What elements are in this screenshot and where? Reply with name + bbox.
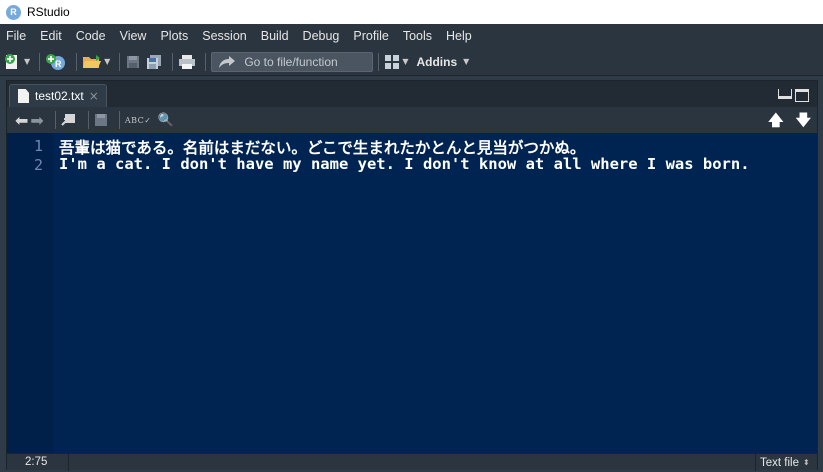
menu-build[interactable]: Build (261, 29, 289, 43)
file-type-label: Text file (760, 456, 799, 469)
new-project-button[interactable]: R (45, 52, 67, 72)
open-file-button[interactable]: ▼ (82, 52, 110, 72)
print-icon (179, 54, 196, 69)
navigation-arrows: 🡅 🡇 (768, 110, 811, 135)
window-title: RStudio (27, 5, 70, 19)
chevron-updown-icon: ⬍ (803, 458, 810, 467)
menu-code[interactable]: Code (76, 29, 106, 43)
editor-toolbar: ⬅ ➡ ABC✓ 🔍 🡅 🡇 (7, 107, 817, 133)
status-bar: 2:75 Text file ⬍ (7, 453, 817, 471)
menu-edit[interactable]: Edit (40, 29, 62, 43)
popout-icon (61, 114, 75, 126)
save-icon (94, 114, 107, 126)
menu-file[interactable]: File (6, 29, 26, 43)
toolbar-divider (172, 52, 174, 71)
addins-button[interactable]: Addins ▼ (412, 52, 469, 72)
print-button[interactable] (178, 52, 196, 72)
go-to-arrow-icon (219, 55, 236, 68)
addins-label: Addins (416, 54, 458, 69)
workspace-panes-button[interactable]: ▼ (384, 52, 408, 72)
menu-bar: File Edit Code View Plots Session Build … (0, 24, 823, 48)
pane-window-controls (778, 89, 809, 102)
arrow-right-icon: ➡ (30, 110, 44, 130)
spellcheck-icon: ABC✓ (124, 115, 152, 125)
save-icon (127, 55, 140, 68)
toolbar-divider (119, 52, 121, 71)
go-to-file-placeholder: Go to file/function (244, 54, 338, 69)
forward-button[interactable]: ➡ (30, 110, 43, 130)
toolbar-divider (118, 111, 120, 129)
toolbar-divider (205, 52, 207, 71)
show-in-window-button[interactable] (61, 110, 77, 130)
toolbar-divider (87, 111, 89, 129)
line-number: 1 (33, 137, 43, 155)
save-all-button[interactable] (145, 52, 163, 72)
new-file-icon (5, 53, 17, 69)
close-icon[interactable]: × (89, 89, 99, 103)
cursor-position: 2:75 (7, 453, 69, 471)
folder-open-icon (83, 54, 102, 68)
menu-help[interactable]: Help (446, 29, 472, 43)
toolbar-divider (54, 111, 56, 129)
magnifier-icon: 🔍 (157, 112, 174, 128)
grid-layout-icon (385, 54, 400, 69)
chevron-down-icon: ▼ (24, 57, 31, 66)
menu-debug[interactable]: Debug (303, 29, 340, 43)
arrow-left-icon: ⬅ (15, 110, 29, 130)
menu-session[interactable]: Session (202, 29, 246, 43)
line-number-gutter: 1 2 (7, 133, 53, 453)
toolbar-divider (76, 52, 78, 71)
find-replace-button[interactable]: 🔍 (157, 110, 173, 130)
menu-tools[interactable]: Tools (403, 29, 432, 43)
tab-label: test02.txt (35, 89, 84, 103)
chevron-down-icon: ▼ (104, 57, 111, 66)
back-button[interactable]: ⬅ (15, 110, 28, 130)
rstudio-logo-icon: R (6, 4, 21, 20)
save-all-icon (147, 54, 162, 69)
toolbar-divider (378, 52, 380, 71)
maximize-pane-icon[interactable] (795, 89, 809, 102)
go-to-file-input[interactable]: Go to file/function (211, 51, 374, 72)
minimize-pane-icon[interactable] (778, 89, 792, 99)
main-toolbar: ▼ R ▼ Go to file/function ▼ Addins ▼ (0, 48, 823, 76)
chevron-down-icon: ▼ (463, 57, 470, 66)
chevron-down-icon: ▼ (402, 57, 409, 66)
toolbar-divider (39, 52, 41, 71)
file-icon (18, 89, 29, 103)
tab-test02-txt[interactable]: test02.txt × (9, 84, 107, 107)
source-pane: test02.txt × ⬅ ➡ ABC✓ 🔍 🡅 🡇 1 2 吾輩は猫である。… (6, 80, 818, 471)
menu-profile[interactable]: Profile (353, 29, 388, 43)
save-button[interactable] (125, 52, 141, 72)
new-file-button[interactable]: ▼ (4, 52, 30, 72)
title-bar: R RStudio (0, 0, 823, 24)
r-project-icon: R (46, 53, 66, 70)
file-type-selector[interactable]: Text file ⬍ (755, 454, 817, 471)
menu-plots[interactable]: Plots (160, 29, 188, 43)
arrow-up-icon[interactable]: 🡅 (768, 110, 783, 135)
svg-text:R: R (55, 59, 62, 69)
editor-save-button[interactable] (94, 110, 108, 130)
arrow-down-icon[interactable]: 🡇 (796, 110, 811, 135)
tab-strip: test02.txt × (7, 81, 817, 107)
code-line[interactable]: I'm a cat. I don't have my name yet. I d… (59, 155, 750, 173)
line-number: 2 (33, 156, 43, 174)
code-editor[interactable]: 1 2 吾輩は猫である。名前はまだない。どこで生まれたかとんと見当がつかぬ。 I… (7, 133, 817, 453)
menu-view[interactable]: View (120, 29, 147, 43)
spellcheck-button[interactable]: ABC✓ (125, 110, 152, 130)
